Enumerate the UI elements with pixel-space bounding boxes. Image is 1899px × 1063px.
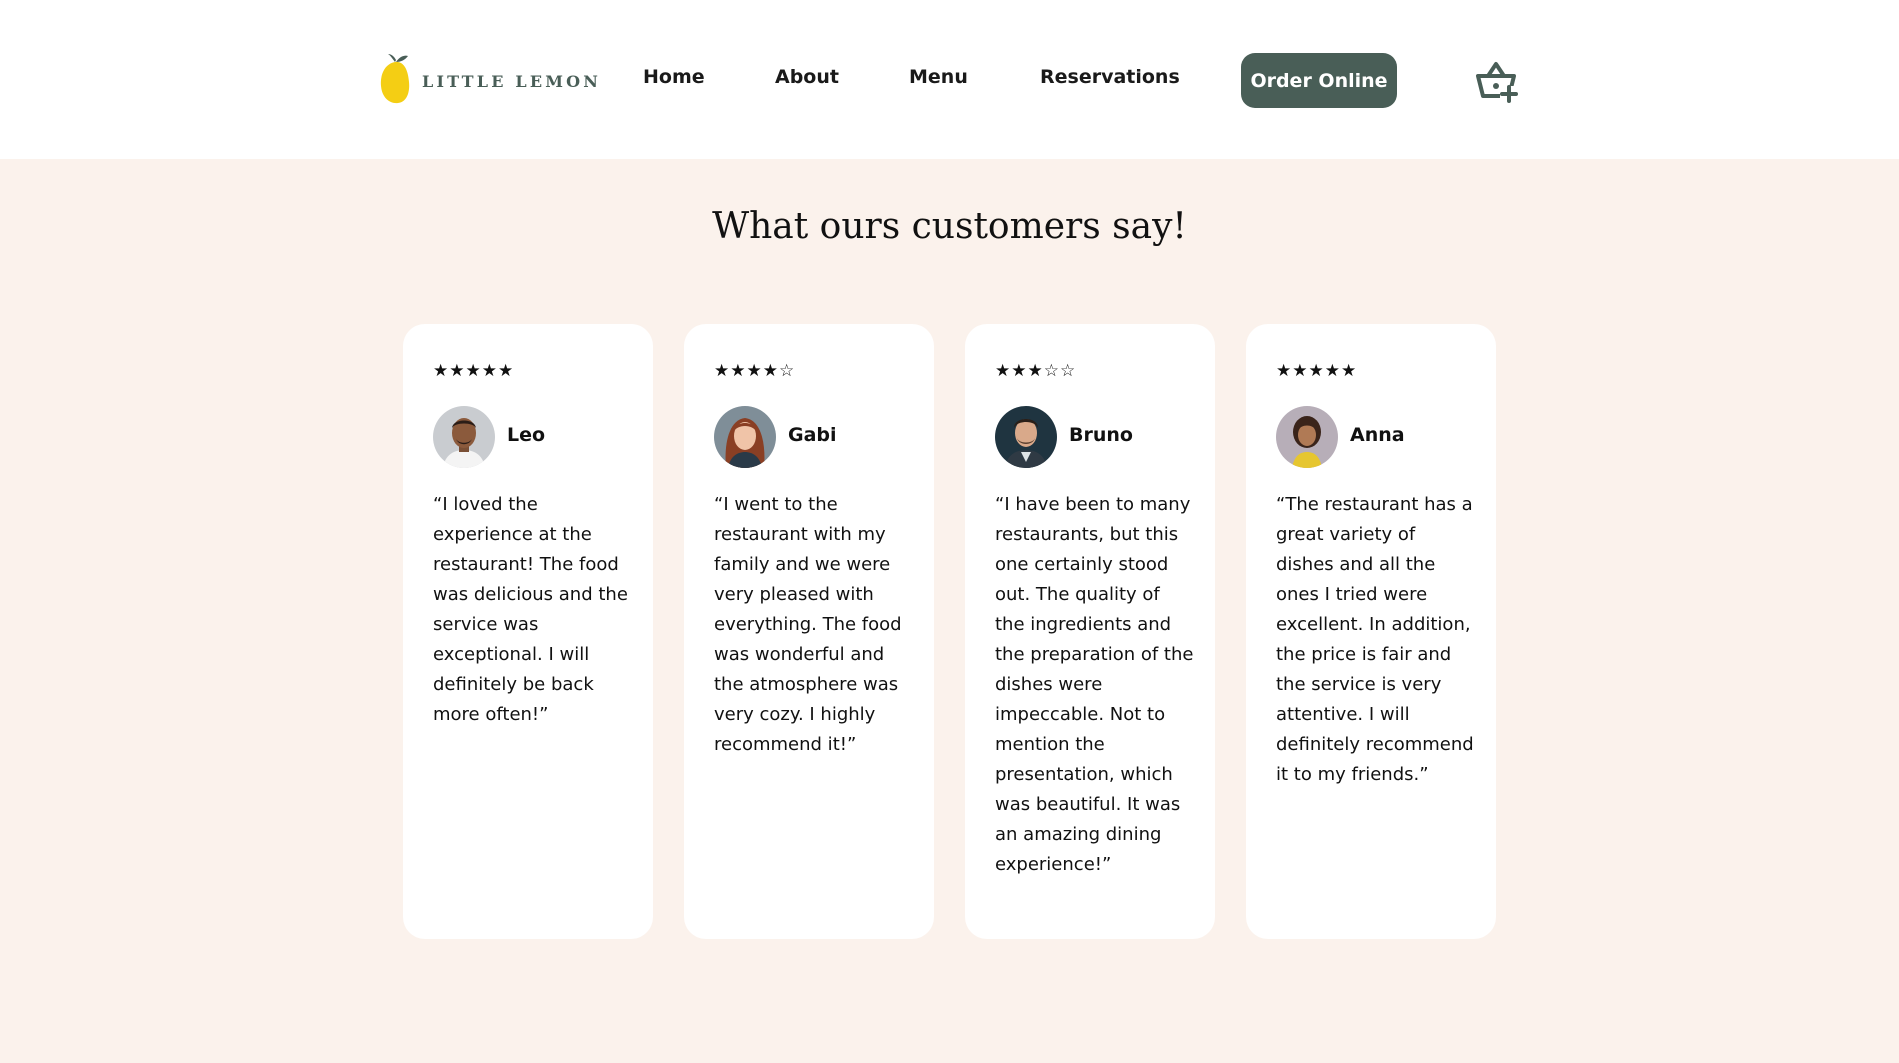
star-rating: ★★★☆☆: [995, 361, 1077, 381]
review-text: “The restaurant has a great variety of d…: [1276, 494, 1474, 785]
avatar-photo-leo: [433, 406, 495, 468]
reviewer-name: Leo: [507, 424, 546, 446]
avatar-photo-gabi: [714, 406, 776, 468]
testimonial-card: ★★★★★ Leo “I loved the experience at the…: [403, 324, 653, 939]
nav-menu[interactable]: Menu: [909, 66, 968, 88]
star-rating: ★★★★★: [433, 361, 515, 381]
star-rating: ★★★★★: [1276, 361, 1358, 381]
testimonial-card: ★★★★☆ Gabi “I went to the restaurant wit…: [684, 324, 934, 939]
brand-name: LITTLE LEMON: [422, 71, 602, 91]
logo[interactable]: LITTLE LEMON: [378, 52, 601, 106]
nav-about[interactable]: About: [775, 66, 839, 88]
reviewer-name: Gabi: [788, 424, 837, 446]
review-text: “I have been to many restaurants, but th…: [995, 494, 1194, 875]
avatar-photo-anna: [1276, 406, 1338, 468]
avatar-photo-bruno: [995, 406, 1057, 468]
testimonials-title: What ours customers say!: [712, 206, 1187, 247]
testimonial-card: ★★★☆☆ Bruno “I have been to many restaur…: [965, 324, 1215, 939]
nav-reservations[interactable]: Reservations: [1040, 66, 1180, 88]
lemon-logo-icon: [380, 54, 410, 104]
order-online-button[interactable]: Order Online: [1241, 53, 1397, 108]
review-text: “I loved the experience at the restauran…: [433, 494, 628, 725]
reviewer-name: Anna: [1350, 424, 1405, 446]
nav-home[interactable]: Home: [643, 66, 705, 88]
star-rating: ★★★★☆: [714, 361, 796, 381]
site-header: LITTLE LEMON Home About Menu Reservation…: [0, 0, 1899, 159]
review-text: “I went to the restaurant with my family…: [714, 494, 902, 755]
reviewer-name: Bruno: [1069, 424, 1133, 446]
testimonial-card: ★★★★★ Anna “The restaurant has a great v…: [1246, 324, 1496, 939]
basket-add-icon[interactable]: [1472, 56, 1520, 104]
